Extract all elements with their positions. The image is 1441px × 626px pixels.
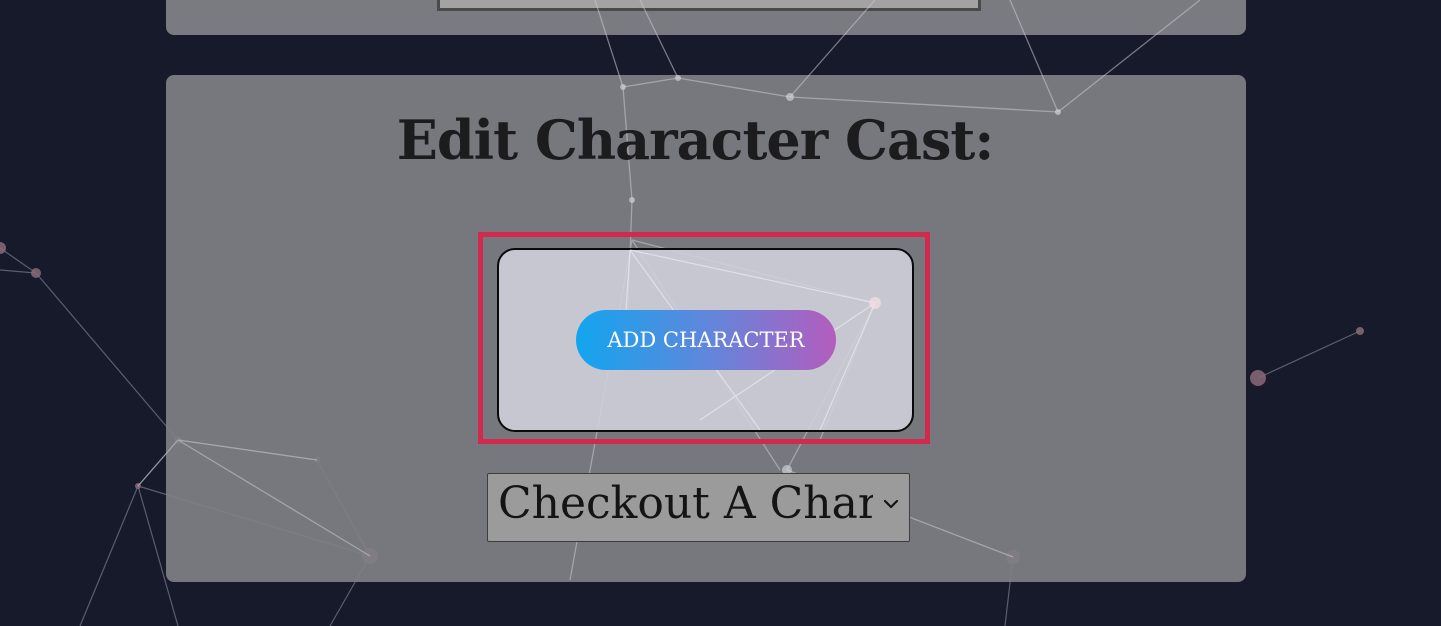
character-select[interactable]: Checkout A Character [487,473,910,542]
add-character-button[interactable]: ADD CHARACTER [576,310,836,370]
panel-title: Edit Character Cast: [396,108,995,172]
chevron-down-icon [883,499,899,509]
character-select-value: Checkout A Character [498,478,873,529]
